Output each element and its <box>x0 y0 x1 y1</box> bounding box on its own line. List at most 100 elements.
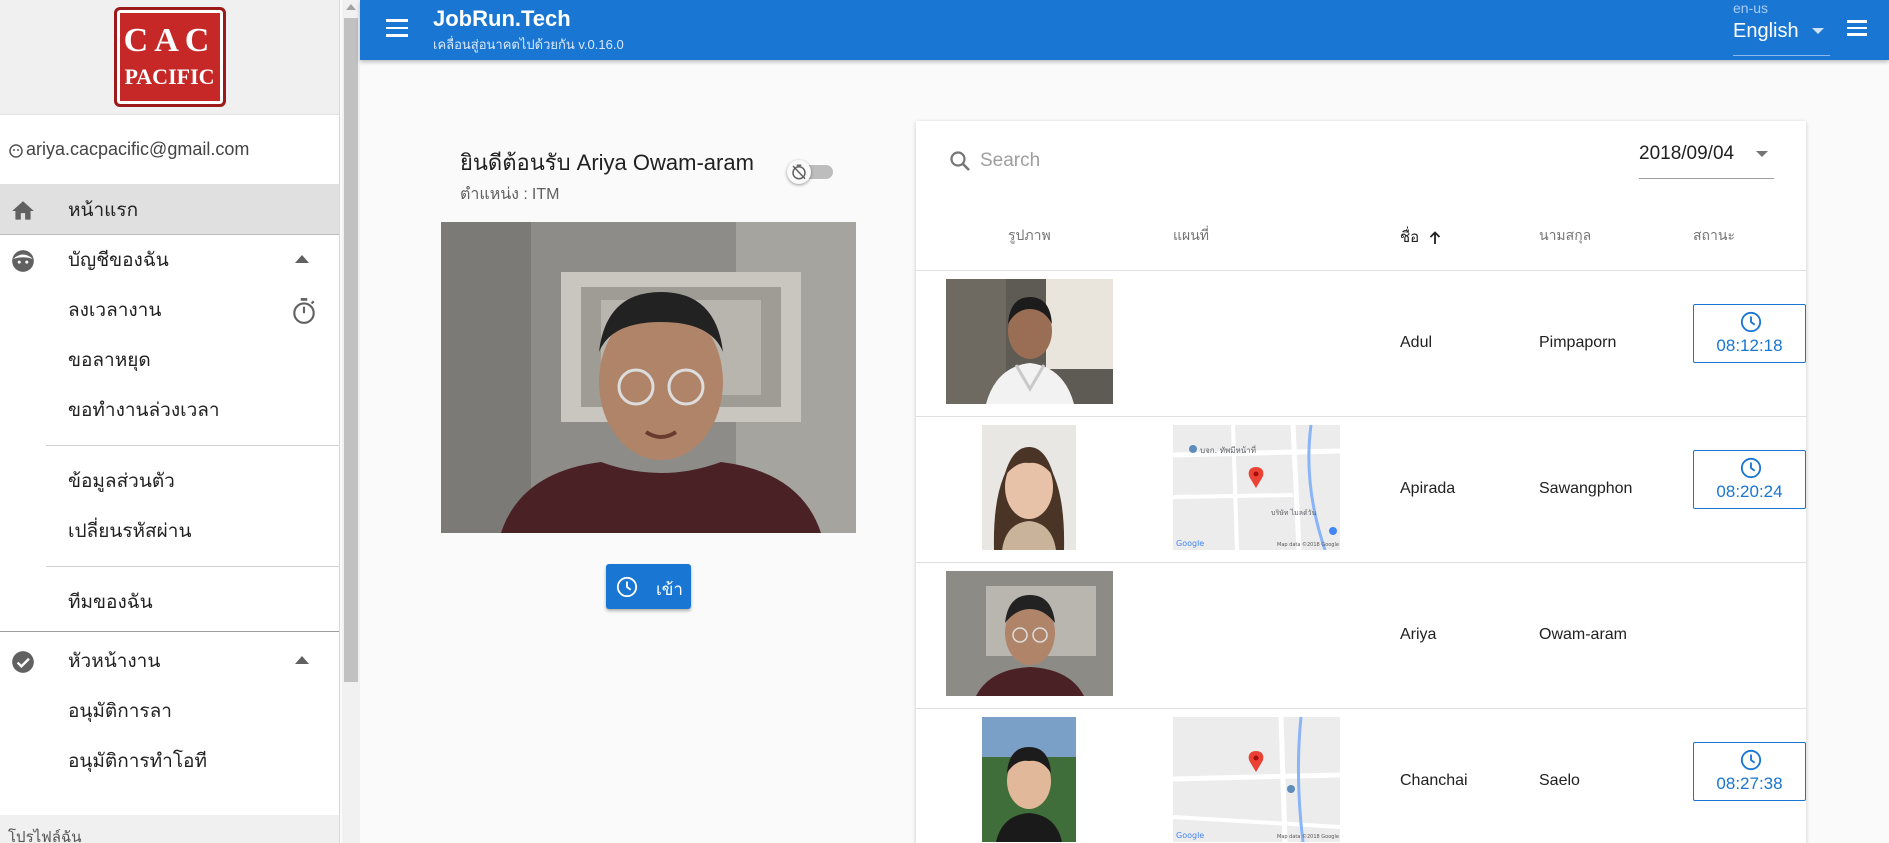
nav-label-approve-leave: อนุมัติการลา <box>68 701 172 722</box>
employee-photo <box>982 717 1076 842</box>
app-bar: JobRun.Tech เคลื่อนสู่อนาคตไปด้วยกัน v.0… <box>360 0 1889 60</box>
column-header-map[interactable]: แผนที่ <box>1173 225 1209 247</box>
location-map[interactable]: บจก. ทัพมีหน้าที่ บริษัท ไมลด์วัน Google… <box>1173 425 1340 550</box>
column-header-first-name-label: ชื่อ <box>1400 229 1420 246</box>
collapse-arrow-icon[interactable] <box>295 255 309 263</box>
nav-item-my-team[interactable]: ทีมของฉัน <box>0 577 339 627</box>
toggle-knob <box>787 160 811 184</box>
last-name: Owam-aram <box>1539 626 1628 643</box>
timer-off-icon <box>792 164 806 180</box>
company-logo: CAC PACIFIC <box>113 7 226 107</box>
nav-item-timesheet[interactable]: ลงเวลางาน <box>0 285 339 335</box>
first-name: Ariya <box>1400 626 1437 643</box>
table-row[interactable]: Google Map data ©2018 Google Chanchai Sa… <box>916 709 1806 843</box>
nav-label-approve-ot: อนุมัติการทำโอที <box>68 751 207 772</box>
search-input[interactable] <box>980 147 1380 175</box>
sort-ascending-icon <box>1430 231 1441 245</box>
app-subtitle: เคลื่อนสู่อนาคตไปด้วยกัน v.0.16.0 <box>433 37 624 52</box>
last-name: Pimpaporn <box>1539 334 1617 351</box>
nav-group-supervisor[interactable]: หัวหน้างาน <box>0 636 339 686</box>
clock-icon <box>1740 311 1762 333</box>
column-header-first-name[interactable]: ชื่อ <box>1400 225 1441 249</box>
dropdown-arrow-icon <box>1812 28 1824 34</box>
search-icon <box>948 149 972 173</box>
collapse-arrow-icon[interactable] <box>295 656 309 664</box>
table-row[interactable]: Ariya Owam-aram <box>916 563 1806 709</box>
date-value: 2018/09/04 <box>1639 143 1735 164</box>
employee-photo <box>946 279 1113 404</box>
first-name: Apirada <box>1400 480 1456 497</box>
location-map[interactable]: Google Map data ©2018 Google <box>1173 717 1340 842</box>
check-in-time-button[interactable]: 08:27:38 <box>1693 742 1806 801</box>
check-in-button[interactable]: เข้า <box>606 564 691 609</box>
column-header-status[interactable]: สถานะ <box>1693 225 1735 247</box>
first-name: Chanchai <box>1400 772 1468 789</box>
column-header-last-name[interactable]: นามสกุล <box>1539 225 1591 247</box>
divider <box>46 445 339 446</box>
check-in-label: เข้า <box>656 580 683 599</box>
last-name: Sawangphon <box>1539 480 1633 497</box>
welcome-heading: ยินดีต้อนรับ Ariya Owam-aram <box>460 150 754 175</box>
map-label-b: บริษัท ไมลด์วัน <box>1271 508 1317 517</box>
face-icon <box>10 248 36 274</box>
check-in-time: 08:27:38 <box>1716 774 1783 793</box>
scroll-up-arrow-icon[interactable] <box>346 4 356 10</box>
nav-item-overtime-request[interactable]: ขอทำงานล่วงเวลา <box>0 385 339 435</box>
navigation-drawer: CAC PACIFIC ariya.cacpacific@gmail.com ห… <box>0 0 340 843</box>
map-label-a: บจก. ทัพมีหน้าที่ <box>1200 444 1256 455</box>
nav-label-change-password: เปลี่ยนรหัสผ่าน <box>68 521 192 542</box>
employee-photo <box>982 425 1076 550</box>
position-label: ตำแหน่ง : <box>460 186 528 203</box>
user-email-text: ariya.cacpacific@gmail.com <box>26 139 250 159</box>
user-email: ariya.cacpacific@gmail.com <box>0 115 339 185</box>
logo-area: CAC PACIFIC <box>0 0 339 115</box>
check-in-time-button[interactable]: 08:20:24 <box>1693 450 1806 509</box>
first-name: Adul <box>1400 334 1433 351</box>
menu-icon[interactable] <box>386 19 408 37</box>
nav-label-overtime-request: ขอทำงานล่วงเวลา <box>68 400 220 421</box>
language-value: English <box>1733 20 1799 42</box>
nav-group-my-account[interactable]: บัญชีของฉัน <box>0 235 339 285</box>
home-icon <box>10 198 36 224</box>
nav-label-personal-info: ข้อมูลส่วนตัว <box>68 471 175 492</box>
table-row[interactable]: Adul Pimpaporn 08:12:18 <box>916 271 1806 417</box>
position-value: ITM <box>531 186 560 203</box>
nav-item-leave-request[interactable]: ขอลาหยุด <box>0 335 339 385</box>
position-text: ตำแหน่ง : ITM <box>460 182 559 207</box>
nav-label-home: หน้าแรก <box>68 199 139 221</box>
map-credit: Map data ©2018 Google <box>1277 541 1339 548</box>
column-header-photo[interactable]: รูปภาพ <box>1008 225 1051 247</box>
user-icon <box>8 142 24 158</box>
check-in-time-button[interactable]: 08:12:18 <box>1693 304 1806 363</box>
attendance-card: 2018/09/04 รูปภาพ แผนที่ ชื่อ นามสกุล สถ… <box>916 121 1806 843</box>
check-in-time: 08:12:18 <box>1716 336 1783 355</box>
stopwatch-icon <box>291 297 317 325</box>
nav-label-timesheet: ลงเวลางาน <box>68 300 162 321</box>
check-circle-icon <box>10 649 36 675</box>
language-select[interactable]: English <box>1733 18 1830 56</box>
map-credit: Map data ©2018 Google <box>1277 833 1339 840</box>
nav-item-approve-ot[interactable]: อนุมัติการทำโอที <box>0 736 339 786</box>
sidebar-scrollbar[interactable] <box>342 0 360 843</box>
webcam-preview <box>441 222 856 533</box>
nav-item-home[interactable]: หน้าแรก <box>0 185 339 235</box>
clock-icon <box>616 576 638 598</box>
nav-label-leave-request: ขอลาหยุด <box>68 350 151 371</box>
language-label: en-us <box>1733 0 1769 16</box>
overflow-menu-icon[interactable] <box>1847 20 1867 36</box>
timer-toggle[interactable] <box>787 160 837 184</box>
table-row[interactable]: บจก. ทัพมีหน้าที่ บริษัท ไมลด์วัน Google… <box>916 417 1806 563</box>
scroll-thumb[interactable] <box>344 18 358 682</box>
check-in-time: 08:20:24 <box>1716 482 1783 501</box>
employee-photo <box>946 571 1113 696</box>
nav-item-change-password[interactable]: เปลี่ยนรหัสผ่าน <box>0 506 339 556</box>
nav-item-approve-leave[interactable]: อนุมัติการลา <box>0 686 339 736</box>
app-title: JobRun.Tech <box>433 6 571 31</box>
logo-text-bottom: PACIFIC <box>124 64 215 89</box>
logo-text-top: CAC <box>123 22 216 59</box>
divider <box>0 631 339 632</box>
date-select[interactable]: 2018/09/04 <box>1639 139 1774 179</box>
nav-item-personal-info[interactable]: ข้อมูลส่วนตัว <box>0 456 339 506</box>
nav-label-my-team: ทีมของฉัน <box>68 592 153 613</box>
nav-section-profile[interactable]: โปรไฟล์ฉัน <box>0 815 339 843</box>
